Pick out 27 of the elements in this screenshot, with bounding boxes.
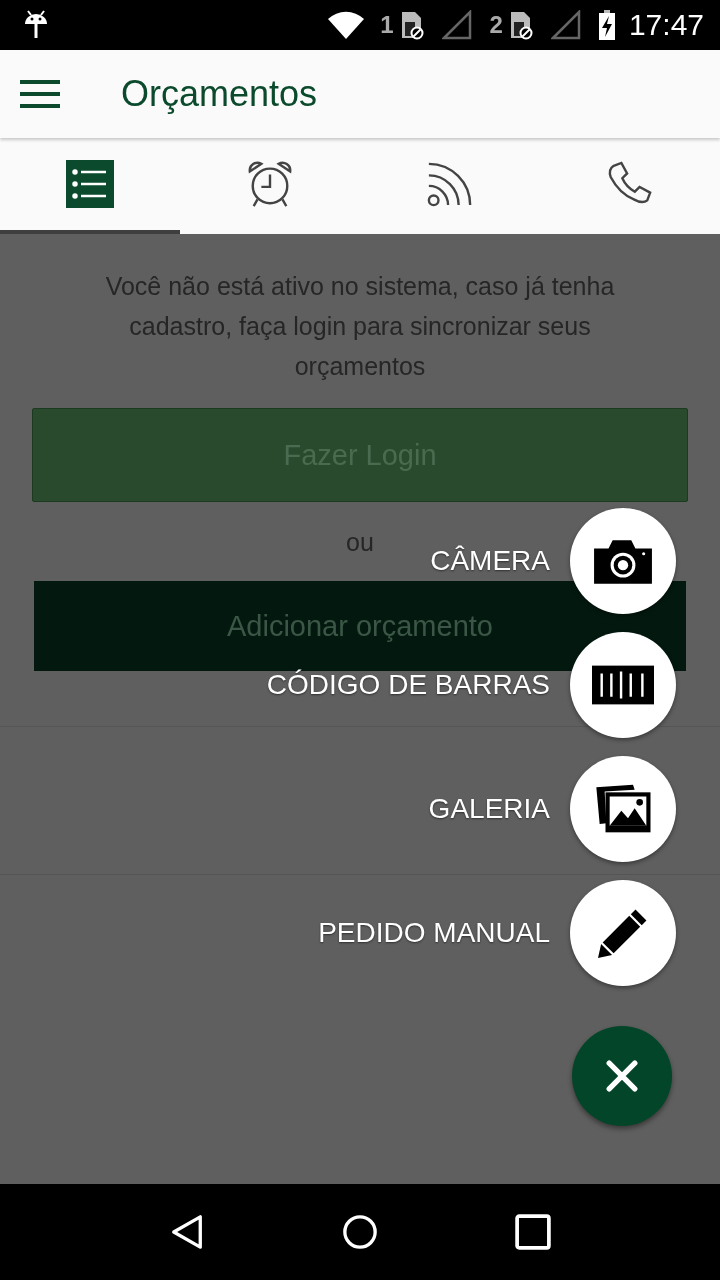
sim-number: 1 [380,11,394,39]
close-icon [606,1060,638,1092]
close-button[interactable] [572,1026,672,1126]
list-icon [66,160,114,208]
menu-icon [20,80,60,108]
sim-card-icon [399,10,424,40]
battery-charging-icon [598,10,615,40]
info-message: Você não está ativo no sistema, caso já tenha cadastro, faça login para sincronizar seus orçamentos [104,271,616,382]
action-label: GALERIA [428,793,550,825]
action-label: CÂMERA [430,545,550,577]
signal-icon [441,10,472,40]
recents-icon [515,1214,552,1250]
alarm-clock-icon [246,160,294,208]
recents-button[interactable] [513,1212,554,1252]
rss-feed-icon [426,160,474,208]
menu-button[interactable] [20,80,60,108]
sim-number: 2 [489,11,503,39]
wifi-icon [328,11,365,39]
separator-text: ou [346,528,374,557]
sim-card-icon [508,10,533,40]
action-label: CÓDIGO DE BARRAS [266,669,550,701]
action-label: PEDIDO MANUAL [318,917,550,949]
app-title: Orçamentos [121,73,318,115]
home-button[interactable] [340,1212,380,1252]
clock-time: 17:47 [628,8,704,42]
signal-icon [550,10,581,40]
home-icon [342,1214,378,1250]
